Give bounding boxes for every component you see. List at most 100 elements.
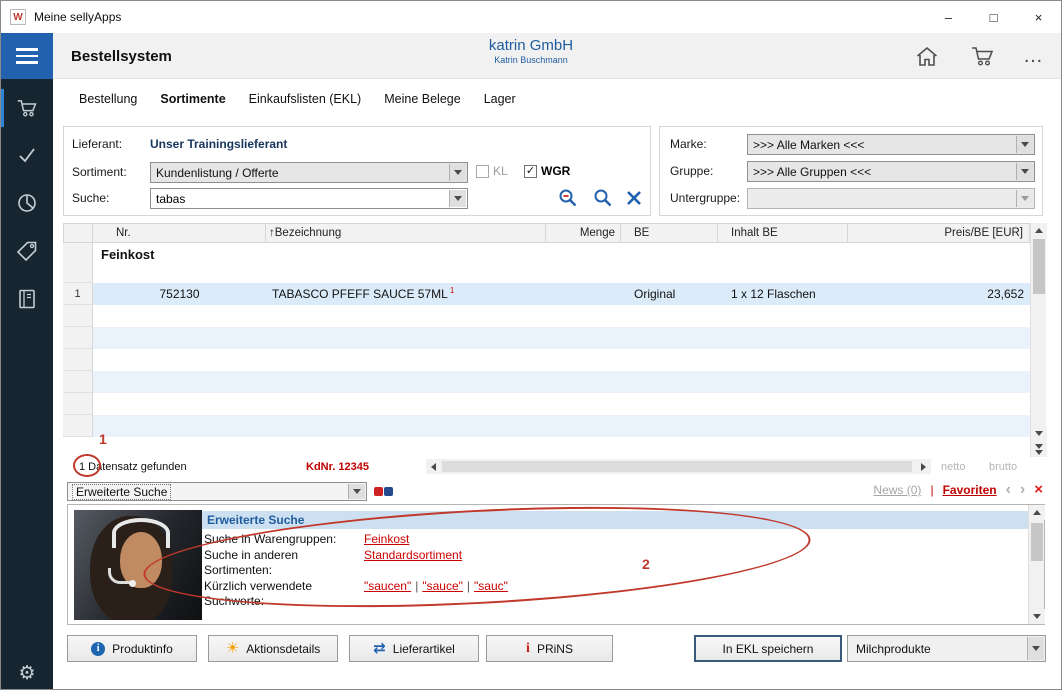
search-icon[interactable]: [592, 187, 614, 214]
group-header-row: Feinkost: [63, 243, 1030, 283]
kl-checkbox[interactable]: KL: [476, 164, 508, 178]
ekl-speichern-button[interactable]: In EKL speichern: [694, 635, 842, 662]
support-agent-photo: [74, 510, 202, 620]
sortiment-link[interactable]: Standardsortiment: [364, 548, 462, 562]
recent-search-link[interactable]: "sauc": [474, 579, 508, 593]
category-filter-box: Marke: >>> Alle Marken <<< Gruppe: >>> A…: [659, 126, 1043, 216]
milchprodukte-dropdown[interactable]: Milchprodukte: [847, 635, 1046, 662]
scroll-up-button[interactable]: [1031, 223, 1047, 238]
column-header-bezeichnung[interactable]: ↑Bezeichnung: [266, 223, 546, 243]
sortiment-dropdown[interactable]: Kundenlistung / Offerte: [150, 162, 468, 183]
cart-icon[interactable]: [967, 41, 999, 71]
panel-row-sortimente: Suche in anderen Sortimenten: Standardso…: [204, 548, 1014, 578]
column-header-nr[interactable]: Nr.: [93, 223, 266, 243]
settings-gear-icon[interactable]: ⚙: [1, 655, 53, 690]
sidebar-catalog-icon[interactable]: [1, 281, 53, 317]
produktinfo-button[interactable]: i Produktinfo: [67, 635, 197, 662]
close-panel-icon[interactable]: ×: [1034, 484, 1043, 496]
netto-toggle[interactable]: netto: [941, 461, 965, 473]
column-header-inhalt-be[interactable]: Inhalt BE: [718, 223, 848, 243]
dropdown-arrow-icon[interactable]: [348, 484, 365, 499]
news-link[interactable]: News (0): [873, 483, 921, 497]
tab-einkaufslisten[interactable]: Einkaufslisten (EKL): [249, 90, 362, 108]
untergruppe-label: Untergruppe:: [670, 191, 740, 205]
main-tabs: Bestellung Sortimente Einkaufslisten (EK…: [79, 90, 516, 108]
dropdown-arrow-icon[interactable]: [1016, 163, 1033, 180]
column-header-menge[interactable]: Menge: [546, 223, 621, 243]
table-empty-row[interactable]: [63, 349, 1030, 371]
tab-sortimente[interactable]: Sortimente: [160, 90, 225, 108]
search-filter-box: Lieferant: Unser Trainingslieferant Sort…: [63, 126, 651, 216]
table-empty-row[interactable]: [63, 415, 1030, 437]
column-header-be[interactable]: BE: [621, 223, 718, 243]
nav-forward-icon[interactable]: ›: [1020, 484, 1025, 496]
scroll-down-button[interactable]: [1029, 609, 1045, 624]
aktionsdetails-button[interactable]: ☀ Aktionsdetails: [208, 635, 338, 662]
prins-button[interactable]: i PRiNS: [486, 635, 613, 662]
favoriten-link[interactable]: Favoriten: [943, 483, 997, 497]
scroll-left-button[interactable]: [426, 459, 441, 474]
minimize-button[interactable]: –: [926, 1, 971, 33]
nav-back-icon[interactable]: ‹: [1006, 484, 1011, 496]
cell-preis: 23,652: [848, 283, 1030, 305]
lieferartikel-button[interactable]: ⇄ Lieferartikel: [349, 635, 479, 662]
sidebar-check-icon[interactable]: [1, 137, 53, 173]
dropdown-arrow-icon[interactable]: [449, 190, 466, 207]
hamburger-menu-icon[interactable]: [1, 33, 53, 79]
group-label: Feinkost: [93, 243, 1030, 265]
tab-lager[interactable]: Lager: [484, 90, 516, 108]
search-filter-icon[interactable]: [557, 187, 579, 214]
table-empty-row[interactable]: [63, 327, 1030, 349]
cell-inhalt-be: 1 x 12 Flaschen: [718, 283, 848, 305]
sidebar: ⚙: [1, 79, 53, 689]
more-menu-icon[interactable]: …: [1017, 41, 1049, 71]
maximize-button[interactable]: □: [971, 1, 1016, 33]
scroll-up-button[interactable]: [1029, 505, 1045, 520]
scrollbar-thumb[interactable]: [1031, 523, 1043, 561]
table-empty-row[interactable]: [63, 305, 1030, 327]
window-title: Meine sellyApps: [34, 10, 121, 24]
warengruppe-link[interactable]: Feinkost: [364, 532, 409, 546]
scroll-to-end-button[interactable]: [1031, 442, 1047, 457]
scrollbar-thumb[interactable]: [1033, 239, 1045, 294]
table-empty-row[interactable]: [63, 393, 1030, 415]
wgr-checkbox-box[interactable]: ✓: [524, 165, 537, 178]
home-icon[interactable]: [911, 41, 943, 71]
scrollbar-thumb[interactable]: [442, 461, 912, 472]
panel-scrollbar[interactable]: [1028, 505, 1044, 624]
clear-search-icon[interactable]: [624, 188, 644, 213]
search-input[interactable]: [156, 192, 447, 206]
horizontal-scrollbar[interactable]: [426, 459, 931, 474]
kl-checkbox-box[interactable]: [476, 165, 489, 178]
tab-meine-belege[interactable]: Meine Belege: [384, 90, 460, 108]
marke-dropdown[interactable]: >>> Alle Marken <<<: [747, 134, 1035, 155]
extended-search-dropdown[interactable]: Erweiterte Suche: [67, 482, 367, 501]
table-row-tabasco[interactable]: 1 752130 TABASCO PFEFF SAUCE 57ML1 Origi…: [63, 283, 1030, 305]
vertical-scrollbar[interactable]: [1030, 223, 1046, 457]
app-icon: W: [10, 9, 26, 25]
tab-bestellung[interactable]: Bestellung: [79, 90, 137, 108]
dropdown-arrow-icon[interactable]: [449, 164, 466, 181]
brutto-toggle[interactable]: brutto: [989, 461, 1017, 473]
wgr-checkbox[interactable]: ✓ WGR: [524, 164, 570, 178]
app-window: W Meine sellyApps – □ × Bestellsystem ka…: [0, 0, 1062, 690]
column-header-preis[interactable]: Preis/BE [EUR]: [848, 223, 1030, 243]
title-bar: W Meine sellyApps – □ ×: [1, 1, 1061, 33]
wgr-checkbox-label: WGR: [541, 164, 570, 178]
gruppe-dropdown[interactable]: >>> Alle Gruppen <<<: [747, 161, 1035, 182]
suche-label: Suche:: [72, 191, 109, 205]
search-combobox[interactable]: [150, 188, 468, 209]
sidebar-cart-icon[interactable]: [1, 90, 53, 126]
dropdown-arrow-icon[interactable]: [1027, 637, 1044, 660]
quick-search-icon[interactable]: [373, 484, 395, 504]
scroll-right-button[interactable]: [916, 459, 931, 474]
sidebar-tag-icon[interactable]: [1, 233, 53, 269]
sidebar-piechart-icon[interactable]: [1, 185, 53, 221]
scroll-down-button[interactable]: [1031, 426, 1047, 441]
panel-row-suchworte: Kürzlich verwendete Suchworte: "saucen"|…: [204, 579, 1014, 609]
recent-search-link[interactable]: "sauce": [422, 579, 463, 593]
table-empty-row[interactable]: [63, 371, 1030, 393]
dropdown-arrow-icon[interactable]: [1016, 136, 1033, 153]
recent-search-link[interactable]: "saucen": [364, 579, 411, 593]
close-button[interactable]: ×: [1016, 1, 1061, 33]
